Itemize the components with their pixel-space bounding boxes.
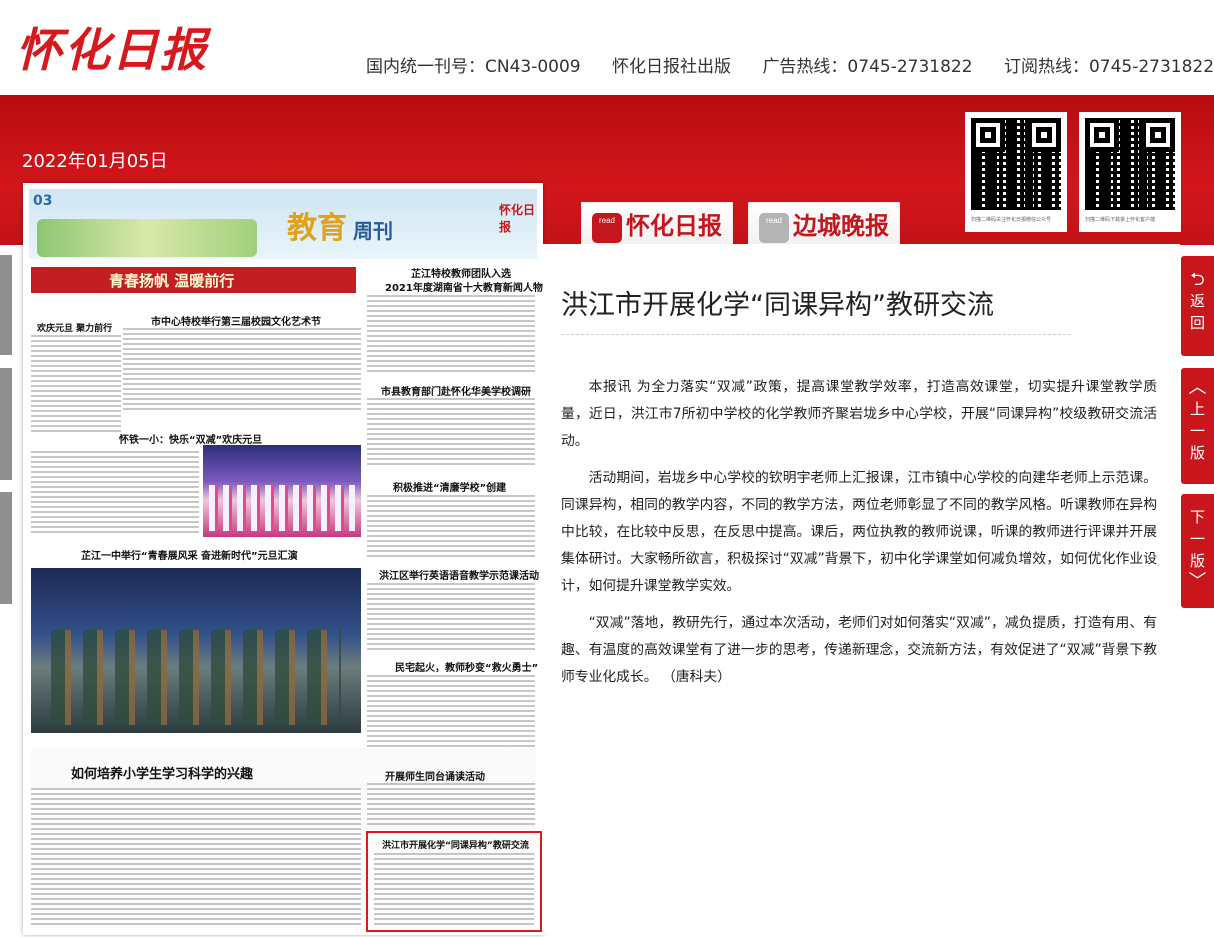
- newspaper-page-thumbnail[interactable]: 03 教育 周刊 怀化日报 青春扬帆 温暖前行 芷江特校教师团队入选 2021年度…: [23, 183, 543, 935]
- headline: 洪江市开展化学“同课异构”教研交流: [382, 841, 529, 851]
- back-label: 返回: [1189, 292, 1205, 332]
- next-page-label: 下一版: [1189, 508, 1205, 570]
- title-divider: [561, 334, 1071, 335]
- selected-article-highlight[interactable]: 洪江市开展化学“同课异构”教研交流: [366, 831, 542, 932]
- headline[interactable]: 怀铁一小：快乐“双减”欢庆元旦: [119, 431, 262, 446]
- left-edge-tab[interactable]: [0, 368, 12, 480]
- article-paragraph: 本报讯 为全力落实“双减”政策，提高课堂教学效率，打造高效课堂，切实提升课堂教学…: [561, 379, 1157, 449]
- headline[interactable]: 开展师生同台诵读活动: [385, 768, 485, 783]
- headline[interactable]: 2021年度湖南省十大教育新闻人物: [385, 279, 543, 294]
- back-button[interactable]: ⮌ 返回: [1181, 256, 1214, 356]
- headline[interactable]: 民宅起火，教师秒变“救火勇士”: [395, 659, 538, 674]
- chevron-down-icon: ﹀: [1188, 571, 1207, 592]
- article-text-block: [123, 328, 361, 413]
- headline[interactable]: 芷江一中举行“青春展风采 奋进新时代”元旦汇演: [81, 547, 298, 562]
- subscribe-hotline-text: 订阅热线：0745-2731822: [1003, 57, 1214, 77]
- headline[interactable]: 欢庆元旦 聚力前行: [37, 321, 112, 334]
- headline[interactable]: 市中心特校举行第三届校园文化艺术节: [151, 313, 321, 328]
- article-text-block: [367, 675, 535, 755]
- article-text-block: [367, 398, 535, 468]
- issn-text: 国内统一刊号：CN43-0009: [366, 57, 581, 77]
- next-page-button[interactable]: 下一版 ﹀: [1181, 494, 1214, 608]
- article-text-block: [31, 451, 199, 533]
- tab-label: 怀化日报: [626, 211, 722, 240]
- chevron-up-icon: ︿: [1188, 377, 1207, 398]
- issue-date: 2022年01月05日: [22, 151, 168, 172]
- article-text-block: [367, 295, 535, 375]
- qr-code-app: 扫描二维码下载掌上怀化客户端: [1079, 112, 1181, 232]
- return-icon: ⮌: [1190, 269, 1205, 290]
- article-photo[interactable]: [31, 568, 361, 733]
- section-title: 教育 周刊: [287, 211, 393, 246]
- site-logo[interactable]: 怀化日报: [16, 14, 208, 80]
- article-title: 洪江市开展化学“同课异构”教研交流: [561, 290, 994, 321]
- page-number: 03: [33, 193, 53, 209]
- article-paragraph: 活动期间，岩垅乡中心学校的钦明宇老师上汇报课，江市镇中心学校的向建华老师上示范课…: [561, 470, 1157, 594]
- headline[interactable]: 积极推进“清廉学校”创建: [393, 479, 506, 494]
- qr-caption: 扫描二维码关注怀化日报微信公众号: [971, 217, 1052, 223]
- article-text-block: [374, 853, 534, 927]
- qr-code-icon: [1085, 118, 1175, 210]
- tab-biancheng-evening[interactable]: read 边城晚报: [748, 202, 900, 244]
- left-edge-tab[interactable]: [0, 492, 12, 604]
- article-text-block: [367, 583, 535, 653]
- ad-hotline-text: 广告热线：0745-2731822: [762, 57, 973, 77]
- qr-caption: 扫描二维码下载掌上怀化客户端: [1085, 217, 1156, 223]
- article-text-block: [31, 335, 121, 435]
- article-text-block: [367, 495, 535, 560]
- article-paragraph: “双减”落地，教研先行，通过本次活动，老师们对如何落实“双减”，减负提质，打造有…: [561, 615, 1157, 685]
- publication-info: 国内统一刊号：CN43-0009 怀化日报社出版 广告热线：0745-27318…: [366, 52, 1214, 77]
- qr-code-icon: [971, 118, 1061, 210]
- left-edge-tab[interactable]: [0, 255, 12, 355]
- tab-huaihua-daily[interactable]: read 怀化日报: [581, 202, 733, 244]
- feature-banner[interactable]: 青春扬帆 温暖前行: [31, 267, 356, 293]
- masthead-logo: 怀化日报: [499, 203, 536, 234]
- read-icon: read: [592, 212, 622, 243]
- top-header: 怀化日报 国内统一刊号：CN43-0009 怀化日报社出版 广告热线：0745-…: [0, 0, 1214, 95]
- publisher-text: 怀化日报社出版: [612, 57, 732, 77]
- article-body: 本报讯 为全力落实“双减”政策，提高课堂教学效率，打造高效课堂，切实提升课堂教学…: [561, 374, 1157, 701]
- headline[interactable]: 洪江区举行英语语音教学示范课活动: [379, 567, 539, 582]
- tab-label: 边城晚报: [793, 211, 889, 240]
- read-icon: read: [759, 212, 789, 243]
- headline[interactable]: 市县教育部门赴怀化华美学校调研: [381, 383, 531, 398]
- headline[interactable]: 芷江特校教师团队入选: [411, 265, 511, 280]
- previous-page-button[interactable]: ︿ 上一版: [1181, 368, 1214, 484]
- article-text-block: [367, 783, 535, 825]
- article-text-block: [31, 788, 361, 926]
- previous-page-label: 上一版: [1189, 400, 1205, 462]
- qr-code-wechat: 扫描二维码关注怀化日报微信公众号: [965, 112, 1067, 232]
- page-header: 03 教育 周刊 怀化日报: [29, 189, 537, 259]
- header-illustration: [37, 219, 257, 257]
- article-photo[interactable]: [203, 445, 361, 537]
- headline[interactable]: 如何培养小学生学习科学的兴趣: [71, 763, 253, 782]
